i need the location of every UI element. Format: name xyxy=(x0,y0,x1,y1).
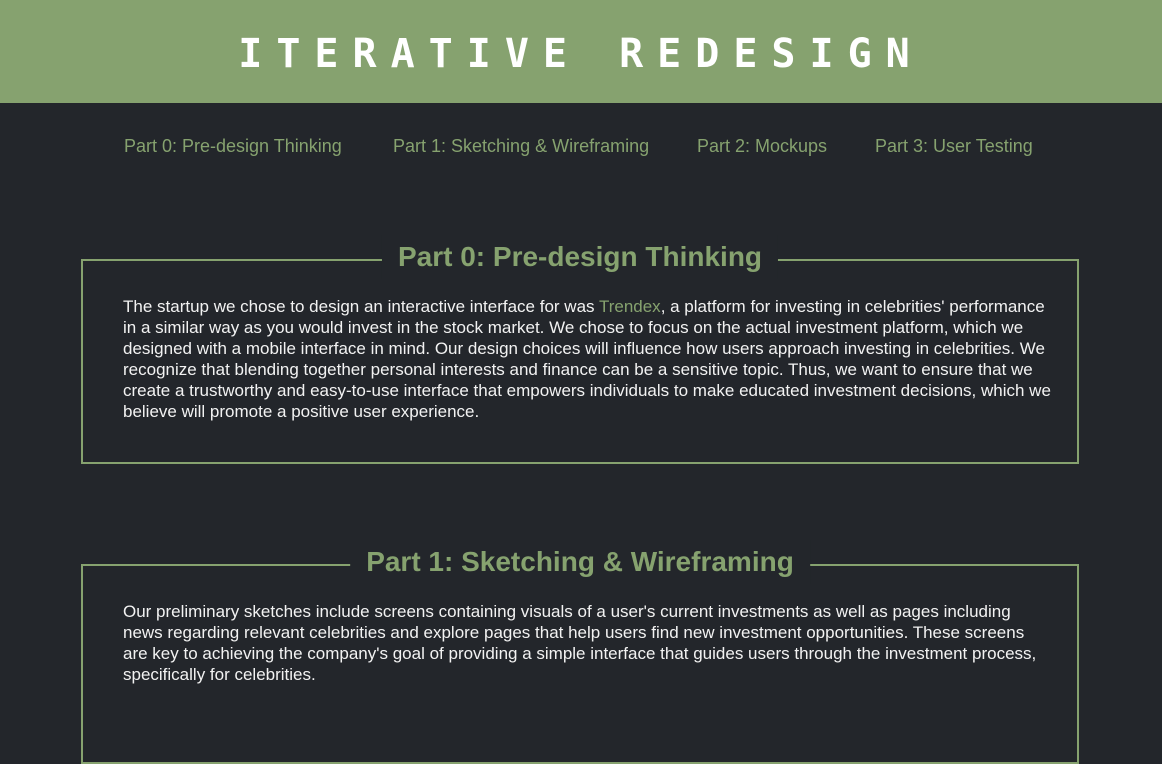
nav-link-part-2[interactable]: Part 2: Mockups xyxy=(697,136,827,157)
section-part-0: Part 0: Pre-design Thinking The startup … xyxy=(81,235,1079,464)
nav-link-part-1[interactable]: Part 1: Sketching & Wireframing xyxy=(393,136,649,157)
section-body-part-1: Our preliminary sketches include screens… xyxy=(123,602,1037,684)
body-text-start: The startup we chose to design an intera… xyxy=(123,297,599,316)
section-title-part-1: Part 1: Sketching & Wireframing xyxy=(350,540,810,584)
section-title-part-0: Part 0: Pre-design Thinking xyxy=(381,235,779,279)
nav-link-part-3[interactable]: Part 3: User Testing xyxy=(875,136,1033,157)
section-nav: Part 0: Pre-design Thinking Part 1: Sket… xyxy=(0,136,1162,162)
section-body-part-0: The startup we chose to design an intera… xyxy=(123,296,1053,422)
page-header: Iterative Redesign xyxy=(0,0,1162,103)
page-title: Iterative Redesign xyxy=(238,30,924,77)
trendex-link[interactable]: Trendex xyxy=(599,297,661,316)
nav-link-part-0[interactable]: Part 0: Pre-design Thinking xyxy=(124,136,342,157)
section-part-1: Part 1: Sketching & Wireframing Our prel… xyxy=(81,540,1079,764)
